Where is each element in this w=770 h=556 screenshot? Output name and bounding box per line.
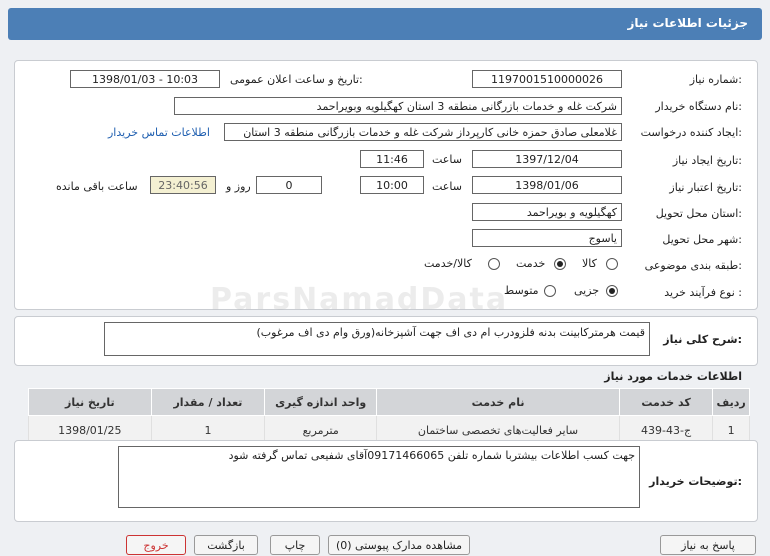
process-option-minor: جزیی — [574, 284, 600, 297]
validity-date-field: 1398/01/06 — [472, 176, 622, 194]
page-header: جزئیات اطلاعات نیاز — [8, 8, 762, 40]
contact-buyer-link[interactable]: اطلاعات تماس خریدار — [108, 126, 210, 139]
header-unit: واحد اندازه گیری — [264, 388, 378, 416]
validity-time-label: ساعت — [432, 180, 462, 193]
summary-field: قیمت هرمترکابینت بدنه فلزودرب ام دی اف ج… — [104, 322, 650, 356]
category-radio-service[interactable] — [554, 258, 566, 270]
buyer-org-label: نام دستگاه خریدار: — [655, 100, 742, 113]
view-attachments-button[interactable]: مشاهده مدارک پیوستی (0) — [328, 535, 470, 555]
category-option-goods: کالا — [582, 257, 597, 270]
process-radio-medium[interactable] — [544, 285, 556, 297]
created-time-field: 11:46 — [360, 150, 424, 168]
city-field: یاسوج — [472, 229, 622, 247]
process-radio-minor[interactable] — [606, 285, 618, 297]
city-label: شهر محل تحویل: — [662, 233, 742, 246]
summary-label: شرح کلی نیاز: — [663, 333, 742, 346]
reply-button[interactable]: پاسخ به نیاز — [660, 535, 756, 555]
remaining-label: ساعت باقی مانده — [56, 180, 138, 193]
header-row-number: ردیف — [712, 388, 750, 416]
print-button[interactable]: چاپ — [270, 535, 320, 555]
created-time-label: ساعت — [432, 153, 462, 166]
page-title: جزئیات اطلاعات نیاز — [627, 16, 748, 30]
services-title: اطلاعات خدمات مورد نیاز — [604, 370, 742, 383]
category-radio-goods[interactable] — [606, 258, 618, 270]
category-radio-goods-service[interactable] — [488, 258, 500, 270]
services-header-row: ردیف کد خدمت نام خدمت واحد اندازه گیری ت… — [28, 388, 750, 416]
announce-field: 1398/01/03 - 10:03 — [70, 70, 220, 88]
validity-date-label: تاریخ اعتبار نیاز: — [669, 181, 742, 194]
buyer-notes-label: توضیحات خریدار: — [649, 475, 742, 488]
category-option-goods-service: کالا/خدمت — [424, 257, 472, 270]
category-option-service: خدمت — [516, 257, 546, 270]
process-label: نوع فرآیند خرید : — [664, 286, 742, 299]
need-number-field: 1197001510000026 — [472, 70, 622, 88]
remaining-time-field: 23:40:56 — [150, 176, 216, 194]
process-option-medium: متوسط — [504, 284, 539, 297]
back-button[interactable]: بازگشت — [194, 535, 258, 555]
validity-time-field: 10:00 — [360, 176, 424, 194]
exit-button[interactable]: خروج — [126, 535, 186, 555]
buyer-notes-field: جهت کسب اطلاعات بیشتربا شماره تلفن 09171… — [118, 446, 640, 508]
created-date-label: تاریخ ایجاد نیاز: — [672, 154, 742, 167]
header-service-name: نام خدمت — [376, 388, 620, 416]
province-field: کهگیلویه و بویراحمد — [472, 203, 622, 221]
announce-label: تاریخ و ساعت اعلان عمومی: — [230, 73, 363, 86]
requester-label: ایجاد کننده درخواست: — [640, 126, 742, 139]
days-label: روز و — [226, 180, 251, 193]
need-number-label: شماره نیاز: — [689, 73, 742, 86]
requester-field: غلامعلی صادق حمزه خانی کارپرداز شرکت غله… — [224, 123, 622, 141]
created-date-field: 1397/12/04 — [472, 150, 622, 168]
services-table: ردیف کد خدمت نام خدمت واحد اندازه گیری ت… — [28, 388, 750, 445]
remaining-days-field: 0 — [256, 176, 322, 194]
buyer-org-field: شرکت غله و خدمات بازرگانی منطقه 3 استان … — [174, 97, 622, 115]
category-label: طبقه بندی موضوعی: — [644, 259, 742, 272]
province-label: استان محل تحویل: — [655, 207, 742, 220]
header-quantity: تعداد / مقدار — [150, 388, 266, 416]
watermark-text: ParsNamadData — [210, 282, 509, 317]
header-service-code: کد خدمت — [618, 388, 714, 416]
header-need-date: تاریخ نیاز — [28, 388, 152, 416]
